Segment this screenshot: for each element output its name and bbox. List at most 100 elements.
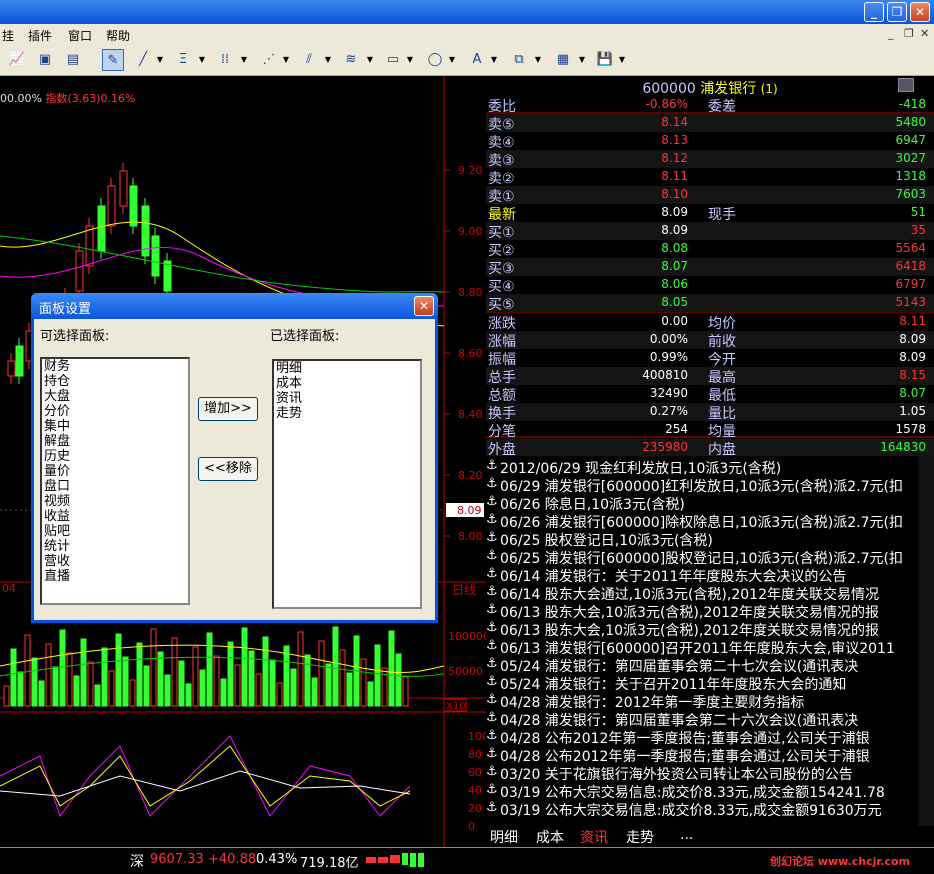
- volume-bar: [388, 630, 395, 707]
- news-item[interactable]: ⚓ 06/14 股东大会通过,10派3元(含税),2012年度关联交易情况: [486, 584, 934, 603]
- dialog-title-bar: 面板设置 ✕: [31, 293, 438, 319]
- fan-tool-icon[interactable]: ⋰: [258, 49, 280, 71]
- news-item[interactable]: ⚓ 04/28 公布2012年第一季度报告;董事会通过,公司关于浦银: [486, 728, 934, 747]
- anchor-icon: ⚓: [486, 728, 498, 743]
- selected-panels-list[interactable]: 明细 成本 资讯 走势: [272, 359, 422, 609]
- available-panel-item[interactable]: 直播: [42, 569, 188, 584]
- news-item[interactable]: ⚓ 06/14 浦发银行：关于2011年年度股东大会决议的公告: [486, 566, 934, 585]
- line-tool-icon[interactable]: ╱: [132, 49, 154, 71]
- available-panel-item[interactable]: 集中: [42, 419, 188, 434]
- tab-1[interactable]: 成本: [536, 827, 564, 847]
- news-item[interactable]: ⚓ 06/26 浦发银行[600000]除权除息日,10派3元(含税)派2.7元(…: [486, 512, 934, 531]
- chevron-down-icon[interactable]: ▼: [578, 49, 586, 71]
- available-panel-item[interactable]: 统计: [42, 539, 188, 554]
- cycle-tool-icon[interactable]: ⁞⁞: [214, 49, 236, 71]
- tab-0[interactable]: 明细: [490, 827, 518, 847]
- chevron-down-icon[interactable]: ▼: [366, 49, 374, 71]
- tab-3[interactable]: 走势: [626, 827, 654, 847]
- quote-value: 1318: [895, 169, 926, 183]
- chevron-down-icon[interactable]: ▼: [198, 49, 206, 71]
- available-panel-item[interactable]: 分价: [42, 404, 188, 419]
- available-panel-item[interactable]: 盘口: [42, 479, 188, 494]
- news-item[interactable]: ⚓ 04/28 公布2012年第一季度报告;董事会通过,公司关于浦银: [486, 746, 934, 765]
- chevron-down-icon[interactable]: ▼: [490, 49, 498, 71]
- chevron-down-icon[interactable]: ▼: [448, 49, 456, 71]
- available-panel-item[interactable]: 收益: [42, 509, 188, 524]
- parallel-tool-icon[interactable]: ≋: [340, 49, 362, 71]
- copy-tool-icon[interactable]: ⧉: [508, 49, 530, 71]
- news-item[interactable]: ⚓ 03/20 关于花旗银行海外投资公司转让本公司股份的公告: [486, 764, 934, 783]
- news-item[interactable]: ⚓ 05/24 浦发银行：第四届董事会第二十七次会议(通讯表决: [486, 656, 934, 675]
- add-panel-button[interactable]: 增加>>: [198, 397, 258, 421]
- news-item[interactable]: ⚓ 06/26 除息日,10派3元(含税): [486, 494, 934, 513]
- close-icon[interactable]: ✕: [910, 2, 930, 22]
- news-item[interactable]: ⚓ 06/25 浦发银行[600000]股权登记日,10派3元(含税)派2.7元(…: [486, 548, 934, 567]
- tab-4[interactable]: ...: [680, 827, 693, 843]
- available-panels-list[interactable]: 财务 持仓 大盘 分价 集中 解盘 历史 量价 盘口 视频 收益 贴吧 统计 营收 直播: [40, 357, 190, 605]
- mdi-minimize-icon[interactable]: _: [888, 27, 894, 40]
- mdi-restore-icon[interactable]: ❐: [904, 27, 914, 40]
- selected-panel-item[interactable]: 成本: [274, 376, 420, 391]
- available-panel-item[interactable]: 视频: [42, 494, 188, 509]
- news-item[interactable]: ⚓ 05/24 浦发银行：关于召开2011年年度股东大会的通知: [486, 674, 934, 693]
- menu-item[interactable]: 挂: [2, 27, 14, 44]
- news-list: ⚓ 2012/06/29 现金红利发放日,10派3元(含税) ⚓ 06/29 浦发银行…: [486, 456, 934, 826]
- menu-item-window[interactable]: 窗口: [68, 27, 92, 44]
- news-item[interactable]: ⚓ 06/13 股东大会,10派3元(含税),2012年度关联交易情况的报: [486, 602, 934, 621]
- remove-panel-button[interactable]: <<移除: [198, 457, 258, 481]
- ellipse-tool-icon[interactable]: ◯: [424, 49, 446, 71]
- news-item[interactable]: ⚓ 06/13 浦发银行[600000]召开2011年年度股东大会,审议2011: [486, 638, 934, 657]
- anchor-icon: ⚓: [486, 800, 498, 815]
- color-palette-icon[interactable]: ▦: [552, 49, 574, 71]
- available-panel-item[interactable]: 营收: [42, 554, 188, 569]
- available-panel-item[interactable]: 历史: [42, 449, 188, 464]
- save-icon[interactable]: 💾: [594, 49, 616, 71]
- news-item[interactable]: ⚓ 06/29 浦发银行[600000]红利发放日,10派3元(含税)派2.7元(…: [486, 476, 934, 495]
- expand-icon[interactable]: [898, 78, 914, 92]
- restore-icon[interactable]: ❐: [887, 2, 907, 22]
- news-text: 04/28 公布2012年第一季度报告;董事会通过,公司关于浦银: [500, 749, 870, 765]
- available-panel-item[interactable]: 大盘: [42, 389, 188, 404]
- text-tool-icon[interactable]: A: [466, 49, 488, 71]
- news-item[interactable]: ⚓ 03/19 公布大宗交易信息:成交价8.33元,成交金额154241.78: [486, 782, 934, 801]
- volume-bar: [31, 657, 38, 707]
- rectangle-tool-icon[interactable]: ▭: [382, 49, 404, 71]
- panel-icon[interactable]: ▤: [62, 49, 84, 71]
- date-label: 04: [2, 582, 16, 595]
- chevron-down-icon[interactable]: ▼: [156, 49, 164, 71]
- available-panel-item[interactable]: 量价: [42, 464, 188, 479]
- menu-item-help[interactable]: 帮助: [106, 27, 130, 44]
- chevron-down-icon[interactable]: ▼: [406, 49, 414, 71]
- dialog-close-icon[interactable]: ✕: [414, 296, 434, 316]
- selected-panel-item[interactable]: 资讯: [274, 391, 420, 406]
- selected-panel-item[interactable]: 走势: [274, 406, 420, 421]
- anchor-icon: ⚓: [486, 746, 498, 761]
- window-icon[interactable]: ▣: [34, 49, 56, 71]
- draw-select-icon[interactable]: ✎: [102, 49, 124, 71]
- available-panel-item[interactable]: 解盘: [42, 434, 188, 449]
- chevron-down-icon[interactable]: ▼: [324, 49, 332, 71]
- news-item[interactable]: ⚓ 03/19 公布大宗交易信息:成交价8.33元,成交金额91630万元: [486, 800, 934, 819]
- chevron-down-icon[interactable]: ▼: [534, 49, 542, 71]
- chevron-down-icon[interactable]: ▼: [240, 49, 248, 71]
- available-panel-item[interactable]: 持仓: [42, 374, 188, 389]
- news-item[interactable]: ⚓ 06/13 股东大会,10派3元(含税),2012年度关联交易情况的报: [486, 620, 934, 639]
- tab-2[interactable]: 资讯: [580, 827, 608, 847]
- selected-panel-item[interactable]: 明细: [274, 361, 420, 376]
- menu-bar: 挂 插件 窗口 帮助 _ ❐ ✕: [0, 24, 934, 44]
- news-item[interactable]: ⚓ 04/28 浦发银行：第四届董事会第二十六次会议(通讯表决: [486, 710, 934, 729]
- news-scrollbar[interactable]: [918, 456, 934, 826]
- news-item[interactable]: ⚓ 06/25 股权登记日,10派3元(含税): [486, 530, 934, 549]
- fib-tool-icon[interactable]: Ξ: [172, 49, 194, 71]
- available-panel-item[interactable]: 贴吧: [42, 524, 188, 539]
- news-item[interactable]: ⚓ 2012/06/29 现金红利发放日,10派3元(含税): [486, 458, 934, 477]
- mdi-close-icon[interactable]: ✕: [920, 27, 929, 40]
- chevron-down-icon[interactable]: ▼: [618, 49, 626, 71]
- menu-item-plugins[interactable]: 插件: [28, 27, 52, 44]
- news-item[interactable]: ⚓ 04/28 浦发银行：2012年第一季度主要财务指标: [486, 692, 934, 711]
- channel-tool-icon[interactable]: ⫽: [298, 49, 320, 71]
- minimize-icon[interactable]: _: [864, 2, 884, 22]
- chevron-down-icon[interactable]: ▼: [282, 49, 290, 71]
- line-chart-icon[interactable]: 📈: [6, 49, 28, 71]
- available-panel-item[interactable]: 财务: [42, 359, 188, 374]
